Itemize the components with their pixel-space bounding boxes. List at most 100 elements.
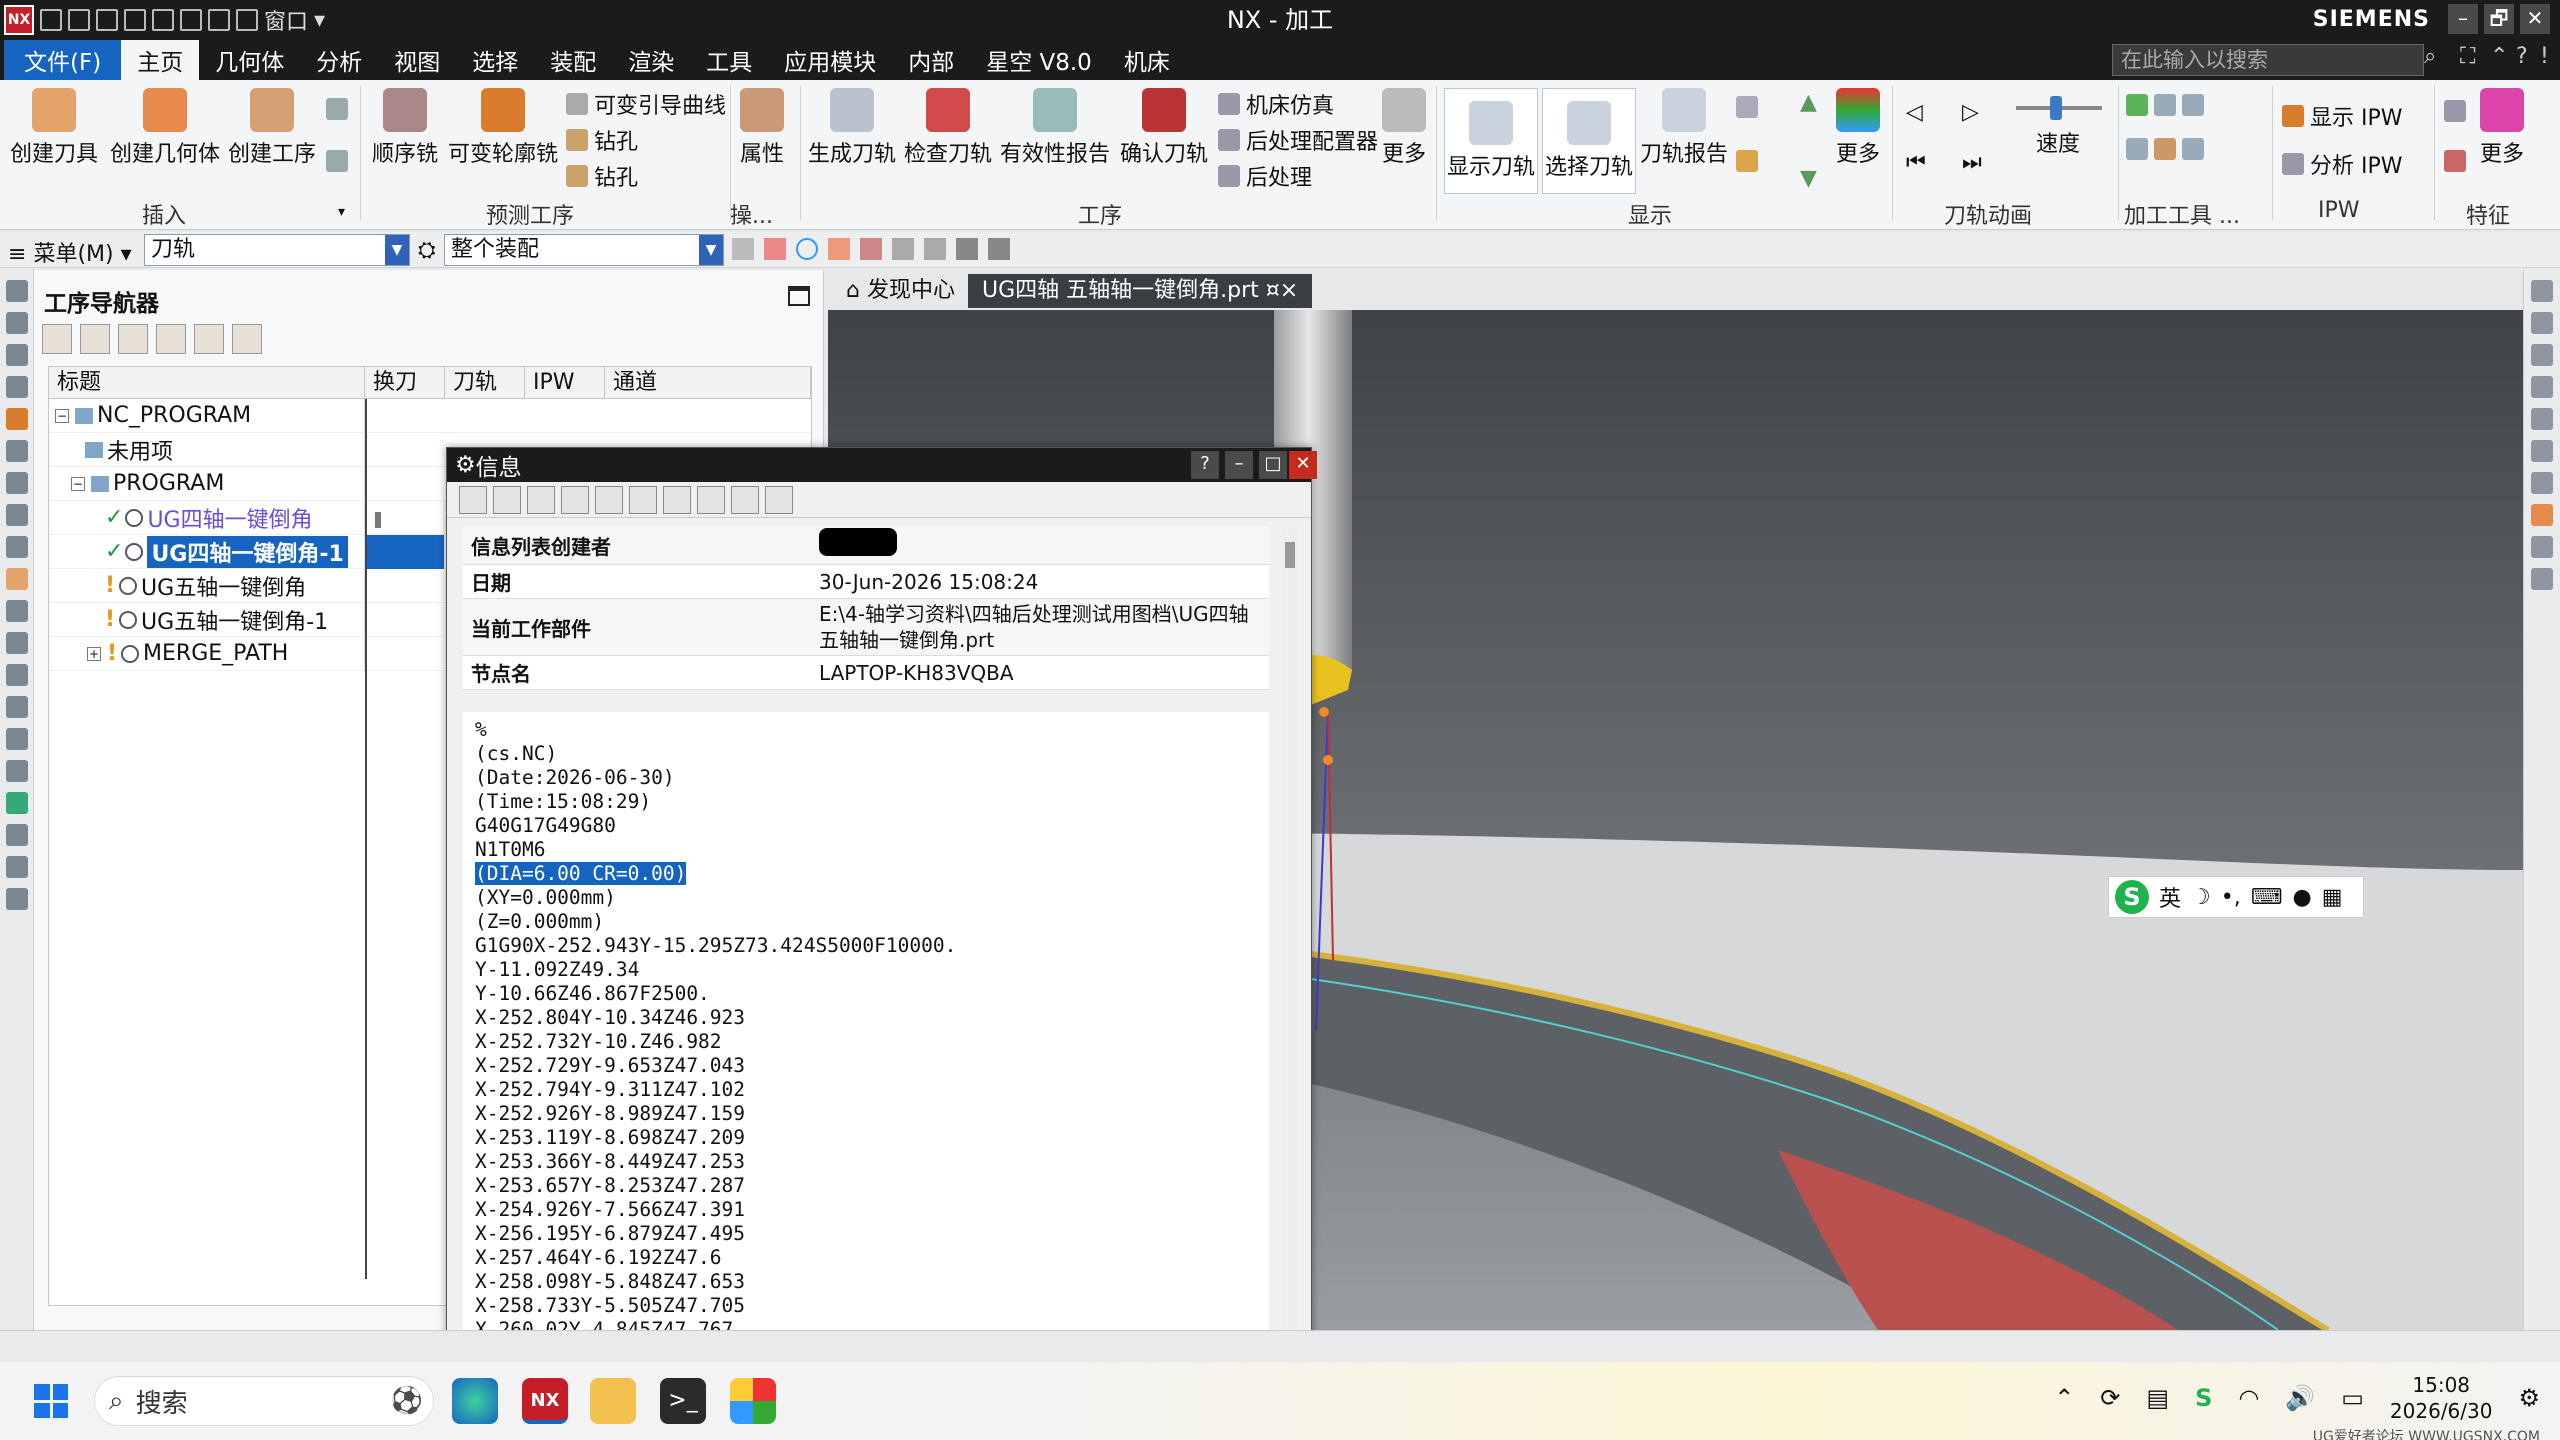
anim-play-button[interactable]: ▷ bbox=[1962, 100, 1979, 125]
table-row[interactable]: − NC_PROGRAM bbox=[49, 398, 811, 433]
delete-icon[interactable] bbox=[629, 485, 657, 514]
view-icon[interactable] bbox=[924, 238, 946, 260]
machine-sim-button[interactable]: 机床仿真 bbox=[1218, 88, 1334, 120]
tool-icon[interactable] bbox=[2531, 472, 2553, 494]
machining-tool-row-1[interactable] bbox=[2126, 94, 2204, 116]
move-down-button[interactable]: ▼ bbox=[1800, 166, 1817, 191]
cut-icon[interactable] bbox=[96, 9, 118, 31]
layer-icon[interactable] bbox=[956, 238, 978, 260]
chevron-down-icon[interactable]: ▼ bbox=[699, 235, 723, 265]
scope-filter-select[interactable]: 整个装配 ▼ bbox=[444, 234, 724, 266]
find-icon[interactable] bbox=[194, 324, 224, 354]
window-menu-label[interactable]: 窗口 bbox=[264, 4, 308, 36]
tool-icon[interactable] bbox=[2531, 568, 2553, 590]
history-icon[interactable] bbox=[5, 536, 28, 558]
command-search-input[interactable]: 在此输入以搜索 bbox=[2112, 44, 2424, 76]
tool-icon[interactable] bbox=[2531, 344, 2553, 366]
window-icon[interactable] bbox=[236, 9, 258, 31]
speed-slider-handle[interactable] bbox=[2050, 96, 2062, 120]
dialog-maximize-button[interactable]: □ bbox=[1259, 451, 1287, 479]
user-icon[interactable]: ● bbox=[2293, 885, 2312, 910]
generate-path-button[interactable]: 生成刀轨 bbox=[808, 88, 896, 168]
vertical-scrollbar[interactable] bbox=[1283, 528, 1297, 1360]
search-icon[interactable]: ⌕ bbox=[2424, 44, 2436, 69]
paste-icon[interactable] bbox=[595, 485, 623, 514]
post-config-button[interactable]: 后处理配置器 bbox=[1218, 124, 1378, 156]
dialog-minimize-button[interactable]: – bbox=[1225, 451, 1253, 479]
column-path[interactable]: 刀轨 bbox=[445, 367, 525, 398]
cut-icon[interactable] bbox=[527, 485, 555, 514]
taskbar-search[interactable]: ⌕ 搜索 ⚽ bbox=[94, 1376, 434, 1426]
verify-path-button[interactable]: 检查刀轨 bbox=[904, 88, 992, 168]
chevron-down-icon[interactable]: ▾ bbox=[314, 8, 325, 33]
anim-start-button[interactable]: ◁ bbox=[1906, 100, 1923, 125]
dialog-close-button[interactable]: ✕ bbox=[1289, 451, 1317, 479]
create-operation-button[interactable]: 创建工序 bbox=[228, 88, 316, 168]
view-icon[interactable] bbox=[892, 238, 914, 260]
touch-mode-icon[interactable] bbox=[208, 9, 230, 31]
tab-part-file[interactable]: UG四轴 五轴轴一键倒角.prt ¤× bbox=[968, 274, 1313, 308]
collapse-icon[interactable]: − bbox=[55, 408, 69, 423]
tool-icon[interactable] bbox=[5, 856, 28, 878]
tool-view-icon[interactable] bbox=[80, 324, 110, 354]
type-filter-select[interactable]: 刀轨 ▼ bbox=[144, 234, 410, 266]
restore-button[interactable]: 🗗 bbox=[2484, 4, 2514, 34]
filter-icon[interactable]: ⛭ bbox=[418, 238, 436, 263]
help-icon[interactable]: ? bbox=[2516, 44, 2528, 69]
chevron-down-icon[interactable]: ▾ bbox=[338, 204, 345, 220]
variable-guide-button[interactable]: 可变引导曲线 bbox=[566, 88, 726, 120]
sequential-mill-button[interactable]: 顺序铣 bbox=[372, 88, 438, 168]
clear-icon[interactable] bbox=[232, 324, 262, 354]
windows-start-icon[interactable] bbox=[34, 1384, 68, 1418]
more-feature-button[interactable]: 更多 bbox=[2480, 88, 2524, 168]
tool-icon[interactable] bbox=[5, 888, 28, 910]
collapse-ribbon-icon[interactable]: ⌃ bbox=[2490, 44, 2508, 69]
tool-icon[interactable] bbox=[2531, 376, 2553, 398]
anim-next-button[interactable]: ⏭ bbox=[1962, 150, 1982, 175]
tool-icon[interactable] bbox=[5, 824, 28, 846]
chevron-up-icon[interactable]: ⌃ bbox=[2054, 1384, 2074, 1412]
pin-icon[interactable]: ¤ bbox=[1266, 278, 1280, 303]
paste-icon[interactable] bbox=[152, 9, 174, 31]
ime-language[interactable]: 英 bbox=[2159, 881, 2181, 913]
validity-report-button[interactable]: 有效性报告 bbox=[1000, 88, 1110, 168]
drill-button-1[interactable]: 钻孔 bbox=[566, 124, 638, 156]
print-icon[interactable] bbox=[493, 485, 521, 514]
more-operation-button[interactable]: 更多 bbox=[1382, 88, 1426, 168]
layer-icon[interactable] bbox=[988, 238, 1010, 260]
undo-icon[interactable] bbox=[68, 9, 90, 31]
sync-icon[interactable]: ⟳ bbox=[2100, 1384, 2120, 1412]
ime-toolbar[interactable]: S 英 ☽ •, ⌨ ● ▦ bbox=[2108, 876, 2364, 918]
grid-icon[interactable]: ▦ bbox=[2322, 885, 2343, 910]
column-channel[interactable]: 通道 bbox=[605, 367, 811, 398]
menu-dropdown[interactable]: ≡ 菜单(M) ▾ bbox=[8, 236, 132, 268]
file-explorer-icon[interactable] bbox=[590, 1378, 636, 1424]
show-ipw-button[interactable]: 显示 IPW bbox=[2282, 100, 2403, 132]
tab-view[interactable]: 视图 bbox=[378, 40, 456, 80]
tab-assembly[interactable]: 装配 bbox=[534, 40, 612, 80]
feature-icon[interactable] bbox=[5, 568, 28, 590]
alert-icon[interactable]: ! bbox=[2540, 44, 2549, 69]
eye-icon[interactable] bbox=[2531, 408, 2553, 430]
app-tray-icon[interactable]: ▤ bbox=[2146, 1384, 2169, 1412]
tool-icon[interactable] bbox=[2531, 312, 2553, 334]
operation-navigator-icon[interactable] bbox=[5, 408, 28, 430]
assembly-navigator-icon[interactable] bbox=[5, 344, 28, 366]
tool-icon[interactable] bbox=[2531, 440, 2553, 462]
punctuation-icon[interactable]: •, bbox=[2221, 885, 2241, 910]
tool-icon[interactable] bbox=[2531, 280, 2553, 302]
select-path-button[interactable]: 选择刀轨 bbox=[1542, 88, 1636, 194]
column-ipw[interactable]: IPW bbox=[525, 367, 605, 398]
collapse-icon[interactable]: − bbox=[71, 476, 85, 491]
tab-render[interactable]: 渲染 bbox=[612, 40, 690, 80]
volume-icon[interactable]: 🔊 bbox=[2285, 1384, 2315, 1412]
web-browser-icon[interactable] bbox=[5, 728, 28, 750]
feature-extra-1[interactable] bbox=[2444, 100, 2466, 122]
app-grid-icon[interactable] bbox=[730, 1378, 776, 1424]
tab-geometry[interactable]: 几何体 bbox=[199, 40, 300, 80]
clock[interactable]: 15:08 2026/6/30 bbox=[2390, 1372, 2493, 1424]
clock-icon[interactable] bbox=[5, 760, 28, 782]
feature-extra-2[interactable] bbox=[2444, 150, 2466, 172]
sogou-tray-icon[interactable]: S bbox=[2195, 1384, 2212, 1412]
path-report-button[interactable]: 刀轨报告 bbox=[1640, 88, 1728, 168]
